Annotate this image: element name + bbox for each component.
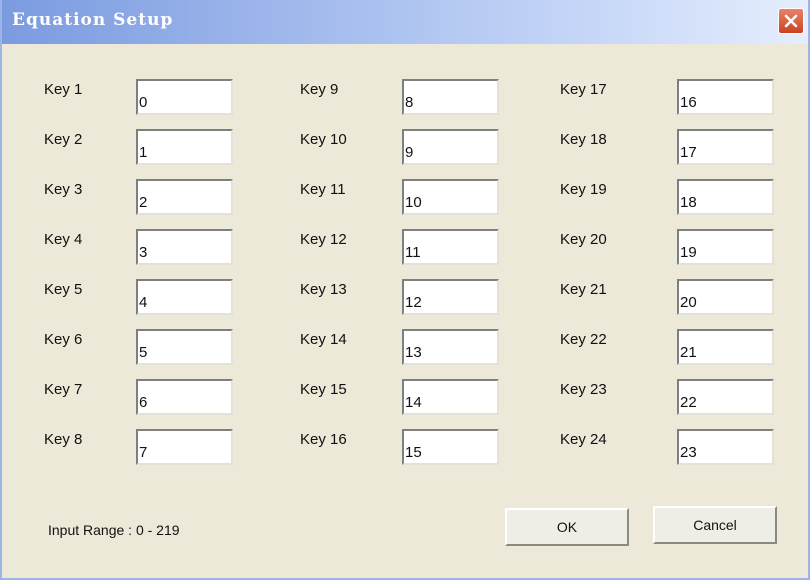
key-10-input[interactable]: [402, 129, 499, 165]
key-10-label: Key 10: [300, 131, 347, 148]
key-8-input[interactable]: [136, 429, 233, 465]
key-4-label: Key 4: [44, 231, 83, 248]
key-19-label: Key 19: [560, 181, 607, 198]
key-1-input[interactable]: [136, 79, 233, 115]
dialog-content: Key 1 Key 2 Key 3 Key 4 Key 5 Key 6 Key 7 Key 8…: [2, 44, 808, 578]
close-icon: [784, 14, 798, 28]
key-9-input[interactable]: [402, 79, 499, 115]
key-24-label: Key 24: [560, 431, 607, 448]
key-15-input[interactable]: [402, 379, 499, 415]
key-18-label: Key 18: [560, 131, 607, 148]
key-16-label: Key 16: [300, 431, 347, 448]
key-7-input[interactable]: [136, 379, 233, 415]
key-15-label: Key 15: [300, 381, 347, 398]
key-11-label: Key 11: [300, 181, 346, 198]
key-2-input[interactable]: [136, 129, 233, 165]
key-6-label: Key 6: [44, 331, 83, 348]
key-1-label: Key 1: [44, 81, 83, 98]
key-17-label: Key 17: [560, 81, 607, 98]
key-3-input[interactable]: [136, 179, 233, 215]
key-3-label: Key 3: [44, 181, 83, 198]
key-7-label: Key 7: [44, 381, 83, 398]
ok-button[interactable]: OK: [505, 508, 629, 546]
key-6-input[interactable]: [136, 329, 233, 365]
key-23-input[interactable]: [677, 379, 774, 415]
key-21-input[interactable]: [677, 279, 774, 315]
key-18-input[interactable]: [677, 129, 774, 165]
key-8-label: Key 8: [44, 431, 83, 448]
key-22-input[interactable]: [677, 329, 774, 365]
key-23-label: Key 23: [560, 381, 607, 398]
title-bar[interactable]: Equation Setup: [2, 0, 808, 44]
key-5-label: Key 5: [44, 281, 83, 298]
key-2-label: Key 2: [44, 131, 83, 148]
key-22-label: Key 22: [560, 331, 607, 348]
key-21-label: Key 21: [560, 281, 607, 298]
key-16-input[interactable]: [402, 429, 499, 465]
key-19-input[interactable]: [677, 179, 774, 215]
close-button[interactable]: [778, 8, 804, 34]
key-12-input[interactable]: [402, 229, 499, 265]
key-9-label: Key 9: [300, 81, 339, 98]
equation-setup-dialog: Equation Setup Key 1 Key 2 Key 3 Key 4 Key 5…: [0, 0, 810, 580]
key-17-input[interactable]: [677, 79, 774, 115]
key-11-input[interactable]: [402, 179, 499, 215]
dialog-title: Equation Setup: [12, 10, 174, 30]
key-13-input[interactable]: [402, 279, 499, 315]
cancel-button[interactable]: Cancel: [653, 506, 777, 544]
key-4-input[interactable]: [136, 229, 233, 265]
key-14-label: Key 14: [300, 331, 347, 348]
input-range-label: Input Range : 0 - 219: [48, 522, 180, 538]
key-20-input[interactable]: [677, 229, 774, 265]
key-24-input[interactable]: [677, 429, 774, 465]
key-20-label: Key 20: [560, 231, 607, 248]
key-13-label: Key 13: [300, 281, 347, 298]
key-5-input[interactable]: [136, 279, 233, 315]
key-14-input[interactable]: [402, 329, 499, 365]
key-12-label: Key 12: [300, 231, 347, 248]
